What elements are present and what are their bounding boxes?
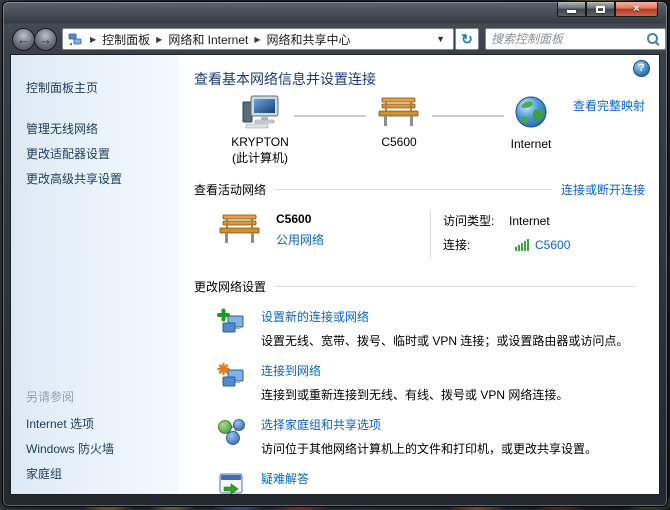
- breadcrumb-control-panel[interactable]: 控制面板: [102, 31, 150, 48]
- task-description: 连接到或重新连接到无线、有线、拨号或 VPN 网络连接。: [261, 386, 568, 403]
- bench-icon: [377, 95, 421, 129]
- address-toolbar: ← → ▶ 控制面板 ▶ 网络和 Internet ▶ 网络和共享中心 ▼ ↻: [3, 24, 667, 54]
- settings-section-header: 更改网络设置: [194, 278, 645, 295]
- breadcrumb-network-sharing-center[interactable]: 网络和共享中心: [267, 31, 351, 48]
- sidebar-see-also: 另请参阅 Internet 选项 Windows 防火墙 家庭组: [11, 384, 179, 486]
- map-node-network[interactable]: C5600: [354, 95, 444, 149]
- map-internet-label: Internet: [486, 137, 576, 151]
- forward-button[interactable]: →: [34, 28, 57, 51]
- troubleshoot-icon[interactable]: [216, 470, 246, 494]
- search-box[interactable]: [485, 28, 666, 50]
- breadcrumb-network-internet[interactable]: 网络和 Internet: [168, 31, 248, 48]
- minimize-button[interactable]: [557, 2, 586, 17]
- connection-link[interactable]: C5600: [535, 238, 570, 252]
- active-network-name: C5600: [276, 212, 324, 226]
- connect-to-network-link[interactable]: 连接到网络: [261, 362, 321, 379]
- map-computer-name: KRYPTON: [212, 135, 308, 149]
- search-input[interactable]: [491, 32, 646, 46]
- active-networks-title: 查看活动网络: [194, 181, 266, 198]
- task-connect-network: 连接到网络 连接到或重新连接到无线、有线、拨号或 VPN 网络连接。: [216, 362, 645, 403]
- globe-icon: [513, 95, 549, 131]
- sidebar-item-homegroup[interactable]: 家庭组: [11, 461, 179, 486]
- computer-icon: [238, 95, 282, 129]
- section-divider: [275, 189, 552, 190]
- help-button[interactable]: ?: [633, 60, 650, 77]
- breadcrumb-dropdown-icon[interactable]: ▼: [431, 34, 450, 44]
- window-body: 控制面板主页 管理无线网络 更改适配器设置 更改高级共享设置 另请参阅 Inte…: [10, 54, 660, 495]
- map-node-computer[interactable]: KRYPTON (此计算机): [212, 95, 308, 166]
- access-type-row: 访问类型: Internet: [443, 212, 570, 229]
- task-text: 连接到网络 连接到或重新连接到无线、有线、拨号或 VPN 网络连接。: [261, 362, 568, 403]
- task-text: 疑难解答 诊断并修复网络问题，或获得故障排除信息。: [261, 470, 501, 494]
- section-divider: [275, 286, 636, 287]
- maximize-icon: [596, 6, 605, 13]
- connections-label: 连接:: [443, 236, 509, 253]
- back-icon: ←: [17, 32, 30, 47]
- connect-network-icon[interactable]: [216, 362, 246, 392]
- desktop: × ← → ▶ 控制面板 ▶ 网络和 Internet ▶ 网络和共享中心 ▼: [0, 0, 670, 510]
- breadcrumb-separator-icon: ▶: [84, 35, 102, 44]
- sidebar: 控制面板主页 管理无线网络 更改适配器设置 更改高级共享设置 另请参阅 Inte…: [11, 55, 179, 494]
- task-new-connection: 设置新的连接或网络 设置无线、宽带、拨号、临时或 VPN 连接；或设置路由器或访…: [216, 308, 645, 349]
- map-computer-sublabel: (此计算机): [212, 149, 308, 166]
- caption-buttons: ×: [557, 2, 658, 17]
- task-text: 设置新的连接或网络 设置无线、宽带、拨号、临时或 VPN 连接；或设置路由器或访…: [261, 308, 628, 349]
- active-network-identity: C5600 公用网络: [218, 210, 430, 260]
- refresh-button[interactable]: ↻: [455, 28, 479, 50]
- see-also-header: 另请参阅: [11, 384, 179, 411]
- help-icon: ?: [638, 62, 645, 74]
- task-description: 访问位于其他网络计算机上的文件和打印机，或更改共享设置。: [261, 440, 597, 457]
- breadcrumb-separator-icon[interactable]: ▶: [248, 35, 266, 44]
- active-network-details: 访问类型: Internet 连接: C5600: [443, 210, 570, 260]
- access-type-label: 访问类型:: [443, 212, 509, 229]
- sidebar-item-advanced-sharing[interactable]: 更改高级共享设置: [11, 166, 179, 191]
- breadcrumb[interactable]: ▶ 控制面板 ▶ 网络和 Internet ▶ 网络和共享中心 ▼: [62, 28, 454, 50]
- bench-icon: [218, 212, 262, 246]
- troubleshoot-link[interactable]: 疑难解答: [261, 470, 309, 487]
- task-text: 选择家庭组和共享选项 访问位于其他网络计算机上的文件和打印机，或更改共享设置。: [261, 416, 597, 457]
- task-description: 设置无线、宽带、拨号、临时或 VPN 连接；或设置路由器或访问点。: [261, 332, 628, 349]
- main-panel: ? 查看基本网络信息并设置连接: [179, 55, 659, 494]
- network-address-icon: [68, 33, 82, 46]
- maximize-button[interactable]: [586, 2, 615, 17]
- network-type-link[interactable]: 公用网络: [276, 233, 324, 247]
- sidebar-item-windows-firewall[interactable]: Windows 防火墙: [11, 436, 179, 461]
- sidebar-item-internet-options[interactable]: Internet 选项: [11, 411, 179, 436]
- wireless-signal-icon: [515, 239, 530, 251]
- connections-row: 连接: C5600: [443, 236, 570, 253]
- refresh-icon: ↻: [461, 31, 473, 47]
- sidebar-item-control-panel-home[interactable]: 控制面板主页: [11, 75, 179, 100]
- vertical-divider: [430, 210, 431, 260]
- homegroup-icon[interactable]: [216, 416, 246, 446]
- choose-homegroup-link[interactable]: 选择家庭组和共享选项: [261, 416, 381, 433]
- access-type-value: Internet: [509, 214, 550, 228]
- connect-disconnect-link[interactable]: 连接或断开连接: [561, 181, 645, 198]
- close-icon: ×: [633, 3, 639, 15]
- forward-icon: →: [39, 32, 52, 47]
- task-homegroup: 选择家庭组和共享选项 访问位于其他网络计算机上的文件和打印机，或更改共享设置。: [216, 416, 645, 457]
- back-button[interactable]: ←: [12, 28, 35, 51]
- setup-new-connection-link[interactable]: 设置新的连接或网络: [261, 308, 369, 325]
- view-full-map-link[interactable]: 查看完整映射: [573, 97, 645, 114]
- task-troubleshoot: 疑难解答 诊断并修复网络问题，或获得故障排除信息。: [216, 470, 645, 494]
- active-networks-header: 查看活动网络 连接或断开连接: [194, 181, 645, 198]
- sidebar-item-change-adapter[interactable]: 更改适配器设置: [11, 141, 179, 166]
- map-node-internet[interactable]: Internet: [486, 95, 576, 151]
- title-bar[interactable]: ×: [3, 2, 667, 24]
- network-sharing-center-window: × ← → ▶ 控制面板 ▶ 网络和 Internet ▶ 网络和共享中心 ▼: [2, 1, 668, 507]
- network-map: KRYPTON (此计算机): [194, 95, 645, 173]
- sidebar-item-manage-wireless[interactable]: 管理无线网络: [11, 116, 179, 141]
- active-network-names: C5600 公用网络: [276, 210, 324, 260]
- minimize-icon: [567, 10, 576, 13]
- close-button[interactable]: ×: [615, 2, 658, 17]
- map-network-name: C5600: [354, 135, 444, 149]
- breadcrumb-separator-icon[interactable]: ▶: [150, 35, 168, 44]
- settings-section-title: 更改网络设置: [194, 278, 266, 295]
- new-connection-icon[interactable]: [216, 308, 246, 338]
- active-network-box: C5600 公用网络 访问类型: Internet 连接:: [194, 198, 645, 270]
- page-title: 查看基本网络信息并设置连接: [194, 69, 645, 89]
- sidebar-gap: [11, 100, 179, 116]
- search-icon[interactable]: [646, 32, 660, 46]
